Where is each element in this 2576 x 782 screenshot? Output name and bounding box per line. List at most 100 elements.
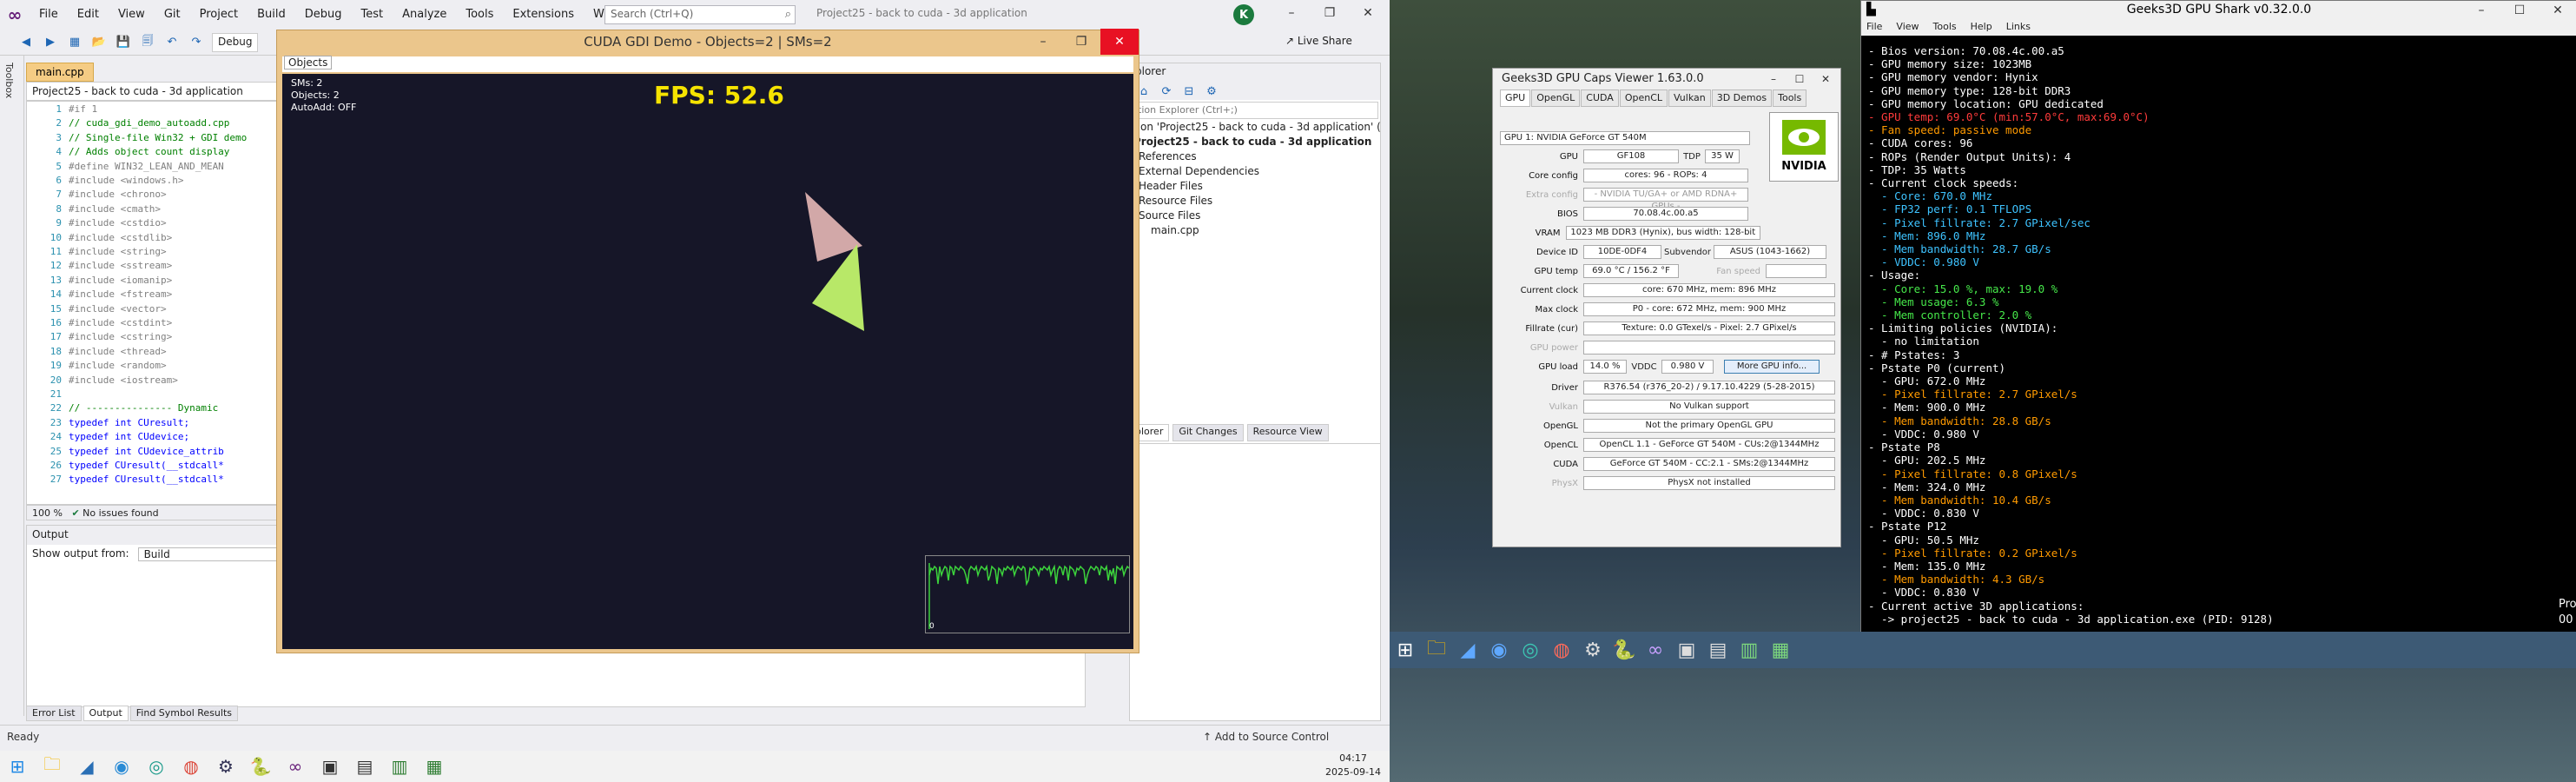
- source-files-node[interactable]: Source Files: [1130, 209, 1380, 224]
- redo-icon[interactable]: ↷: [188, 34, 205, 51]
- code-line[interactable]: 9 #include <cstdio>: [27, 217, 277, 231]
- maximize-icon[interactable]: ☐: [2500, 0, 2539, 23]
- maximize-icon[interactable]: ☐: [1787, 70, 1813, 88]
- settings-app-icon[interactable]: ⚙: [1577, 634, 1608, 666]
- visual-studio-icon[interactable]: ∞: [278, 751, 313, 782]
- shark-menu-help[interactable]: Help: [1971, 21, 1992, 33]
- save-all-icon[interactable]: 🗐: [139, 34, 156, 51]
- collapse-icon[interactable]: ⊟: [1180, 83, 1198, 100]
- new-file-icon[interactable]: ▦: [66, 34, 83, 51]
- notepad-icon[interactable]: ▥: [382, 751, 417, 782]
- external-deps-node[interactable]: External Dependencies: [1130, 165, 1380, 180]
- add-source-control-button[interactable]: ↑ Add to Source Control: [1203, 731, 1329, 743]
- code-line[interactable]: 1 #if 1: [27, 103, 277, 117]
- settings-app-icon[interactable]: ⚙: [208, 751, 243, 782]
- sync-icon[interactable]: ⟳: [1158, 83, 1175, 100]
- shark-menu-tools[interactable]: Tools: [1933, 21, 1957, 33]
- cuda-demo-icon[interactable]: ▦: [417, 751, 452, 782]
- cuda-render-canvas[interactable]: SMs: 2 Objects: 2 AutoAdd: OFF FPS: 52.6…: [282, 74, 1133, 649]
- tab-git-changes[interactable]: Git Changes: [1172, 424, 1244, 441]
- edge-icon[interactable]: ◎: [1515, 634, 1546, 666]
- file-explorer-icon[interactable]: 🗀: [35, 751, 69, 782]
- menu-tools[interactable]: Tools: [456, 0, 503, 30]
- back-icon[interactable]: ◀: [17, 34, 35, 51]
- menu-test[interactable]: Test: [352, 0, 393, 30]
- header-files-node[interactable]: Header Files: [1130, 180, 1380, 195]
- code-line[interactable]: 18 #include <thread>: [27, 346, 277, 360]
- tab-opencl[interactable]: OpenCL: [1619, 89, 1668, 107]
- tab-vulkan[interactable]: Vulkan: [1668, 89, 1711, 107]
- code-line[interactable]: 7 #include <chrono>: [27, 189, 277, 202]
- maximize-icon[interactable]: ❐: [1311, 0, 1349, 26]
- code-line[interactable]: 16 #include <cstdint>: [27, 317, 277, 331]
- close-icon[interactable]: ✕: [1813, 70, 1839, 88]
- menu-project[interactable]: Project: [190, 0, 248, 30]
- issues-label[interactable]: No issues found: [83, 507, 158, 519]
- code-line[interactable]: 3 // Single-file Win32 + GDI demo: [27, 132, 277, 146]
- code-line[interactable]: 25 typedef int CUdevice_attrib: [27, 446, 277, 460]
- code-line[interactable]: 13 #include <iomanip>: [27, 275, 277, 288]
- code-line[interactable]: 11 #include <string>: [27, 246, 277, 260]
- code-line[interactable]: 6 #include <windows.h>: [27, 175, 277, 189]
- close-icon[interactable]: ✕: [1349, 0, 1387, 26]
- menu-analyze[interactable]: Analyze: [393, 0, 456, 30]
- menu-view[interactable]: View: [109, 0, 155, 30]
- menu-file[interactable]: File: [30, 0, 68, 30]
- tab-main-cpp[interactable]: main.cpp: [26, 63, 94, 82]
- open-icon[interactable]: 📂: [90, 34, 108, 51]
- solution-node[interactable]: tion 'Project25 - back to cuda - 3d appl…: [1130, 121, 1380, 136]
- code-line[interactable]: 22 // --------------- Dynamic: [27, 402, 277, 416]
- shark-menu-view[interactable]: View: [1896, 21, 1919, 33]
- nav-project-combo[interactable]: Project25 - back to cuda - 3d applicatio…: [32, 85, 243, 97]
- menu-git[interactable]: Git: [155, 0, 190, 30]
- solution-search-input[interactable]: tion Explorer (Ctrl+;): [1132, 102, 1378, 119]
- code-line[interactable]: 24 typedef int CUdevice;: [27, 431, 277, 445]
- gpu-shark-icon[interactable]: ▤: [347, 751, 382, 782]
- undo-icon[interactable]: ↶: [163, 34, 181, 51]
- more-gpu-info-button[interactable]: More GPU info...: [1724, 360, 1820, 374]
- code-line[interactable]: 4 // Adds object count display: [27, 146, 277, 160]
- tab-tools[interactable]: Tools: [1773, 89, 1807, 107]
- taskbar-time[interactable]: 04:17: [1327, 752, 1379, 764]
- menu-debug[interactable]: Debug: [295, 0, 352, 30]
- code-line[interactable]: 10 #include <cstdlib>: [27, 232, 277, 246]
- zoom-level[interactable]: 100 %: [32, 507, 63, 519]
- notepad-icon[interactable]: ▥: [1734, 634, 1765, 666]
- code-line[interactable]: 19 #include <random>: [27, 360, 277, 374]
- minimize-icon[interactable]: –: [2462, 0, 2500, 23]
- code-line[interactable]: 20 #include <iostream>: [27, 374, 277, 388]
- shark-icon[interactable]: ◢: [69, 751, 104, 782]
- avatar[interactable]: K: [1233, 4, 1254, 25]
- python-icon[interactable]: 🐍: [1608, 634, 1640, 666]
- tab-error-list[interactable]: Error List: [26, 706, 82, 721]
- configuration-combo[interactable]: Debug: [212, 32, 259, 52]
- code-line[interactable]: 21: [27, 388, 277, 402]
- code-line[interactable]: 15 #include <vector>: [27, 303, 277, 317]
- code-line[interactable]: 5 #define WIN32_LEAN_AND_MEAN: [27, 161, 277, 175]
- python-icon[interactable]: 🐍: [243, 751, 278, 782]
- settings-icon[interactable]: ⚙: [1203, 83, 1220, 100]
- save-icon[interactable]: 💾: [115, 34, 132, 51]
- gpu-caps-icon[interactable]: ▣: [1671, 634, 1702, 666]
- network-icon[interactable]: ◉: [1483, 634, 1515, 666]
- network-icon[interactable]: ◉: [104, 751, 139, 782]
- maximize-icon[interactable]: ❐: [1062, 29, 1100, 55]
- project-node[interactable]: Project25 - back to cuda - 3d applicatio…: [1130, 136, 1380, 150]
- menu-objects[interactable]: Objects: [284, 56, 333, 70]
- main-cpp-node[interactable]: main.cpp: [1130, 224, 1380, 239]
- chrome-icon[interactable]: ◍: [174, 751, 208, 782]
- menu-build[interactable]: Build: [248, 0, 295, 30]
- menu-edit[interactable]: Edit: [68, 0, 109, 30]
- cuda-demo-icon[interactable]: ▦: [1765, 634, 1796, 666]
- windows-start-icon[interactable]: ⊞: [0, 751, 35, 782]
- close-icon[interactable]: ✕: [1100, 29, 1139, 55]
- file-explorer-icon[interactable]: 🗀: [1421, 634, 1452, 666]
- tab-resource-view[interactable]: Resource View: [1246, 424, 1329, 441]
- code-line[interactable]: 26 typedef CUresult(__stdcall*: [27, 460, 277, 474]
- visual-studio-icon[interactable]: ∞: [1640, 634, 1671, 666]
- menu-extensions[interactable]: Extensions: [503, 0, 584, 30]
- toolbox-strip[interactable]: Toolbox: [0, 56, 24, 716]
- forward-icon[interactable]: ▶: [42, 34, 59, 51]
- tab-cuda[interactable]: CUDA: [1581, 89, 1619, 107]
- code-line[interactable]: 14 #include <fstream>: [27, 288, 277, 302]
